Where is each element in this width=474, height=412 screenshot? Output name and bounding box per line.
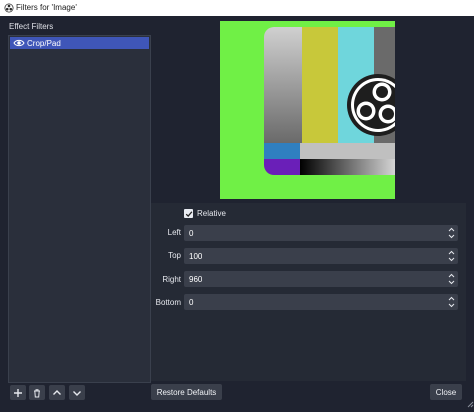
add-icon <box>14 388 22 397</box>
right-spinbox[interactable]: 960 <box>184 271 458 287</box>
relative-checkbox[interactable] <box>184 209 193 218</box>
top-label: Top <box>168 251 181 260</box>
resize-grip-icon[interactable] <box>466 400 474 408</box>
filters-window: Filters for 'Image' Effect Filters Crop/… <box>0 0 474 412</box>
trash-icon <box>34 388 40 397</box>
move-up-button[interactable] <box>49 385 65 400</box>
spin-arrows-icon[interactable] <box>448 227 455 239</box>
spin-arrows-icon[interactable] <box>448 273 455 285</box>
window-title: Filters for 'Image' <box>16 3 77 12</box>
bottom-spinbox[interactable]: 0 <box>184 294 458 310</box>
source-preview <box>220 21 395 199</box>
relative-label: Relative <box>197 209 226 218</box>
top-spinbox[interactable]: 100 <box>184 248 458 264</box>
filter-item-crop-pad[interactable]: Crop/Pad <box>10 37 149 49</box>
obs-logo-icon <box>4 3 14 13</box>
top-value: 100 <box>189 252 203 261</box>
add-filter-button[interactable] <box>10 385 26 400</box>
left-spinbox[interactable]: 0 <box>184 225 458 241</box>
restore-defaults-button[interactable]: Restore Defaults <box>151 384 222 400</box>
spin-arrows-icon[interactable] <box>448 250 455 262</box>
right-label: Right <box>162 275 181 284</box>
left-label: Left <box>167 228 181 237</box>
bottom-value: 0 <box>189 298 194 307</box>
move-up-icon <box>53 389 61 395</box>
filter-item-label: Crop/Pad <box>27 38 61 48</box>
right-value: 960 <box>189 275 203 284</box>
close-button[interactable]: Close <box>430 384 462 400</box>
effect-filters-list[interactable]: Crop/Pad <box>8 35 151 383</box>
title-bar: Filters for 'Image' <box>0 0 474 16</box>
test-card-image <box>264 27 395 175</box>
move-down-button[interactable] <box>69 385 85 400</box>
eye-icon[interactable] <box>13 37 25 49</box>
checkmark-icon <box>185 210 192 217</box>
bottom-label: Bottom <box>155 298 181 307</box>
spin-arrows-icon[interactable] <box>448 296 455 308</box>
move-down-icon <box>73 390 81 396</box>
left-value: 0 <box>189 229 194 238</box>
remove-filter-button[interactable] <box>29 385 45 400</box>
effect-filters-label: Effect Filters <box>9 22 54 31</box>
